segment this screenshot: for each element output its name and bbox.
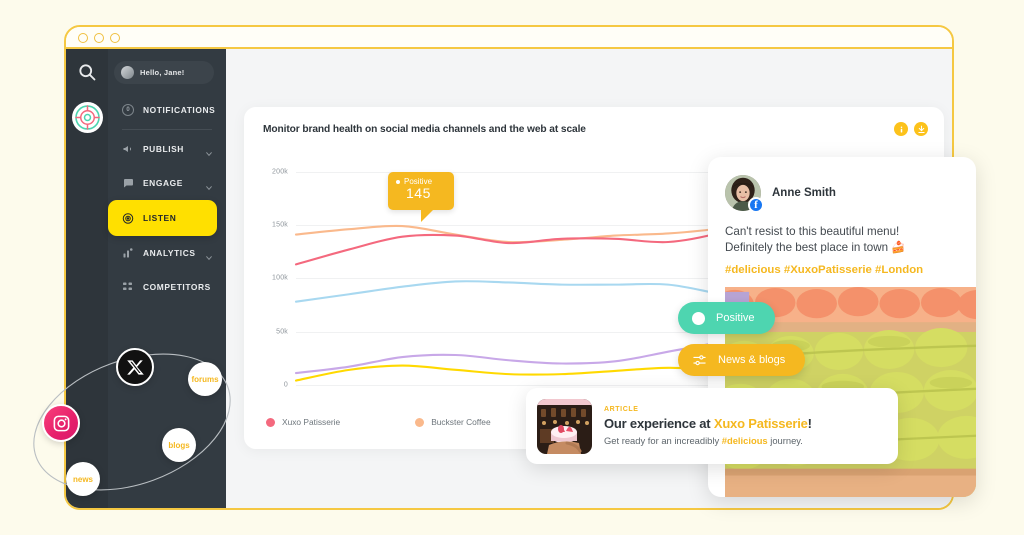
legend-item[interactable]: Buckster Coffee xyxy=(415,417,491,427)
forums-node-label: forums xyxy=(191,374,219,384)
sidebar-item-label: NOTIFICATIONS xyxy=(143,105,216,115)
sidebar-item-competitors[interactable]: COMPETITORS xyxy=(108,270,226,304)
post-text-line-2: Definitely the best place in town 🍰 xyxy=(725,241,906,255)
channels-orbit: forums blogs news xyxy=(14,330,254,520)
card-actions xyxy=(894,122,928,136)
news-node-label: news xyxy=(72,474,93,484)
article-title-prefix: Our experience at xyxy=(604,416,714,431)
chat-bubble-icon xyxy=(122,177,134,189)
sidebar-item-label: ENGAGE xyxy=(143,178,183,188)
sidebar-item-notifications[interactable]: 0 NOTIFICATIONS xyxy=(108,93,226,127)
article-kicker: ARTICLE xyxy=(604,406,639,413)
avatar xyxy=(121,66,134,79)
legend-swatch-icon xyxy=(415,417,425,427)
y-tick-label: 0 xyxy=(283,381,288,389)
grid-icon xyxy=(122,281,134,293)
maximize-dot-icon[interactable] xyxy=(110,33,120,43)
instagram-icon xyxy=(52,414,71,433)
close-dot-icon[interactable] xyxy=(78,33,88,43)
sidebar-item-listen[interactable]: LISTEN xyxy=(108,200,217,236)
sidebar-item-label: LISTEN xyxy=(143,213,177,223)
article-sub-suffix: journey. xyxy=(767,435,803,446)
article-title-suffix: ! xyxy=(807,416,812,431)
sidebar-item-engage[interactable]: ENGAGE xyxy=(108,166,226,200)
sentiment-pill[interactable]: Positive xyxy=(678,302,775,334)
chevron-down-icon xyxy=(205,249,213,261)
chart-legend: Xuxo Patisserie Buckster Coffee xyxy=(266,417,491,427)
legend-label: Buckster Coffee xyxy=(431,417,491,427)
window-titlebar xyxy=(66,27,952,49)
post-text-line-1: Can't resist to this beautiful menu! xyxy=(725,225,900,238)
y-tick-label: 50k xyxy=(276,328,288,335)
dot-icon xyxy=(692,311,705,325)
sliders-icon xyxy=(692,353,707,368)
legend-swatch-icon xyxy=(266,417,275,427)
sidebar-divider xyxy=(122,129,212,130)
tooltip-dot-icon xyxy=(396,179,400,184)
news-node[interactable]: news xyxy=(66,462,100,496)
source-pill[interactable]: News & blogs xyxy=(678,344,806,376)
article-title-highlight: Xuxo Patisserie xyxy=(713,416,808,431)
avatar: f xyxy=(725,175,764,213)
radar-icon xyxy=(122,212,134,224)
post-author-name: Anne Smith xyxy=(772,187,836,199)
forums-node[interactable]: forums xyxy=(188,362,222,396)
y-axis-labels: 200k 150k 100k 50k 0 xyxy=(262,165,292,389)
legend-item[interactable]: Xuxo Patisserie xyxy=(266,417,340,427)
search-icon[interactable] xyxy=(77,62,97,82)
y-tick-label: 100k xyxy=(272,274,288,282)
blogs-node[interactable]: blogs xyxy=(162,428,196,462)
chevron-down-icon xyxy=(205,145,213,157)
brand-logo-icon[interactable] xyxy=(72,102,103,133)
info-icon[interactable] xyxy=(894,122,908,136)
sentiment-pill-label: Positive xyxy=(716,312,755,324)
article-subtitle: Get ready for an increadibly #delicious … xyxy=(604,435,812,446)
sidebar-item-label: ANALYTICS xyxy=(143,248,196,258)
y-tick-label: 150k xyxy=(272,221,288,229)
article-card[interactable]: ARTICLE Our experience at Xuxo Patisseri… xyxy=(526,388,898,464)
sidebar-item-publish[interactable]: PUBLISH xyxy=(108,132,226,166)
sidebar-nav: 0 NOTIFICATIONS PUBLISH ENGAGE LISTEN AN… xyxy=(108,93,226,304)
source-pill-label: News & blogs xyxy=(718,354,786,366)
sidebar-item-label: PUBLISH xyxy=(143,144,184,154)
article-title: Our experience at Xuxo Patisserie! xyxy=(604,416,812,431)
megaphone-icon xyxy=(122,143,134,155)
greeting-label: Hello, Jane! xyxy=(140,68,185,77)
post-body: Can't resist to this beautiful menu! Def… xyxy=(708,211,976,276)
article-text: ARTICLE Our experience at Xuxo Patisseri… xyxy=(604,406,812,446)
article-sub-prefix: Get ready for an increadibly xyxy=(604,435,722,446)
chart-icon xyxy=(122,247,134,259)
post-hashtags: #delicious #XuxoPatisserie #London xyxy=(725,263,924,276)
download-icon[interactable] xyxy=(914,122,928,136)
screenshot-root: Hello, Jane! 0 NOTIFICATIONS PUBLISH ENG… xyxy=(0,0,1024,535)
facebook-icon: f xyxy=(748,197,764,213)
y-tick-label: 200k xyxy=(272,168,288,176)
legend-label: Xuxo Patisserie xyxy=(282,417,341,427)
article-thumbnail xyxy=(537,398,592,454)
blogs-node-label: blogs xyxy=(168,440,190,450)
user-greeting[interactable]: Hello, Jane! xyxy=(114,61,214,84)
bell-icon: 0 xyxy=(122,104,134,116)
x-logo-icon xyxy=(126,358,145,377)
instagram-node[interactable] xyxy=(42,404,80,442)
article-sub-highlight: #delicious xyxy=(721,435,768,446)
sidebar-item-label: COMPETITORS xyxy=(143,282,211,292)
tooltip-value: 145 xyxy=(406,185,431,201)
minimize-dot-icon[interactable] xyxy=(94,33,104,43)
post-header: f Anne Smith xyxy=(708,157,976,213)
chart-tooltip: Positive 145 xyxy=(388,172,454,222)
window-controls xyxy=(78,33,120,43)
chevron-down-icon xyxy=(205,179,213,191)
notification-count: 0 xyxy=(122,104,134,116)
page-title: Monitor brand health on social media cha… xyxy=(263,124,586,135)
sidebar-item-analytics[interactable]: ANALYTICS xyxy=(108,236,226,270)
x-twitter-node[interactable] xyxy=(116,348,154,386)
